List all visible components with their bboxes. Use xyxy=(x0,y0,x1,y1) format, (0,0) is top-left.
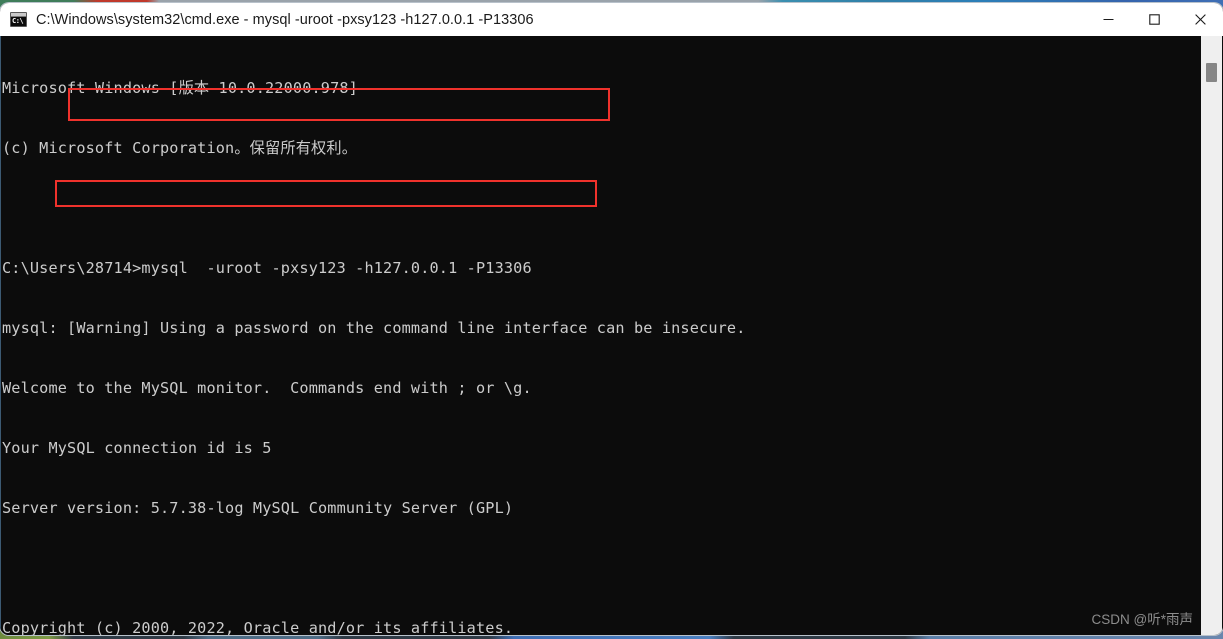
cmd-window: C:\ C:\Windows\system32\cmd.exe - mysql … xyxy=(0,3,1223,635)
maximize-button[interactable] xyxy=(1131,3,1177,36)
console-line: Your MySQL connection id is 5 xyxy=(2,439,272,457)
maximize-icon xyxy=(1148,14,1160,25)
close-icon xyxy=(1194,14,1206,25)
console-left-border xyxy=(0,36,1,635)
cmd-icon-glyph: C:\ xyxy=(11,17,26,26)
title-bar[interactable]: C:\ C:\Windows\system32\cmd.exe - mysql … xyxy=(0,3,1223,37)
vertical-scrollbar[interactable] xyxy=(1201,36,1222,635)
window-title: C:\Windows\system32\cmd.exe - mysql -uro… xyxy=(36,11,534,28)
console-surface[interactable]: Microsoft Windows [版本 10.0.22000.978] (c… xyxy=(0,36,1223,635)
cmd-exe-icon: C:\ xyxy=(10,12,27,27)
minimize-button[interactable] xyxy=(1085,3,1131,36)
scrollbar-thumb[interactable] xyxy=(1206,63,1217,82)
console-line-warning: mysql: [Warning] Using a password on the… xyxy=(2,319,746,337)
console-line: Microsoft Windows [版本 10.0.22000.978] xyxy=(2,79,358,97)
watermark-text: CSDN @听*雨声 xyxy=(1091,612,1193,627)
console-line-server-version: Server version: 5.7.38-log MySQL Communi… xyxy=(2,499,514,517)
console-line-command: C:\Users\28714>mysql -uroot -pxsy123 -h1… xyxy=(2,259,532,277)
close-button[interactable] xyxy=(1177,3,1223,36)
console-line: (c) Microsoft Corporation。保留所有权利。 xyxy=(2,139,358,157)
minimize-icon xyxy=(1103,18,1113,21)
console-text-area[interactable]: Microsoft Windows [版本 10.0.22000.978] (c… xyxy=(2,38,1199,635)
title-bar-left: C:\ C:\Windows\system32\cmd.exe - mysql … xyxy=(0,12,534,28)
console-line: Copyright (c) 2000, 2022, Oracle and/or … xyxy=(2,619,514,635)
console-line: Welcome to the MySQL monitor. Commands e… xyxy=(2,379,532,397)
window-controls xyxy=(1085,3,1223,36)
